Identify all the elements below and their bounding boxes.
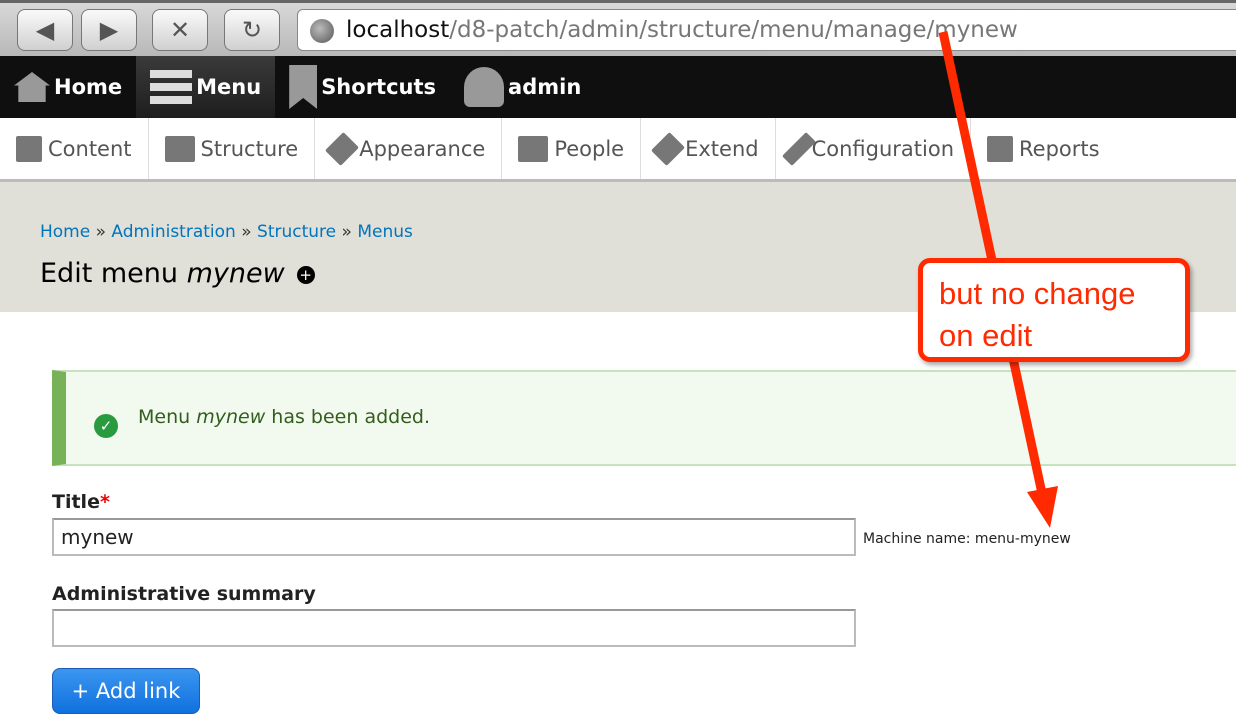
callout-line2: on edit (939, 318, 1033, 353)
tray-structure[interactable]: Structure (149, 118, 316, 179)
tray-reports[interactable]: Reports (971, 118, 1116, 179)
address-bar[interactable]: localhost/d8-patch/admin/structure/menu/… (297, 9, 1236, 51)
tray-configuration[interactable]: Configuration (776, 118, 972, 179)
url-path: /d8-patch/admin/structure/menu/manage/my… (449, 17, 1018, 43)
arrow-head (1027, 486, 1058, 528)
toolbar-user[interactable]: admin (450, 56, 595, 118)
wrench-icon (781, 131, 816, 166)
user-icon (464, 67, 505, 107)
menu-icon (150, 70, 193, 104)
tray-label: Configuration (811, 136, 955, 161)
tray-extend[interactable]: Extend (641, 118, 776, 179)
toolbar-shortcuts[interactable]: Shortcuts (275, 56, 450, 118)
home-icon (14, 72, 50, 102)
toolbar-home[interactable]: Home (0, 56, 136, 118)
add-shortcut-icon[interactable]: + (296, 265, 315, 284)
title-menu-name: mynew (186, 258, 285, 289)
back-button[interactable]: ◀ (17, 9, 73, 51)
breadcrumb-menus[interactable]: Menus (357, 222, 413, 242)
title-input[interactable] (52, 518, 856, 556)
url-host: localhost (346, 17, 450, 43)
toolbar-menu-label: Menu (196, 75, 262, 99)
tray-label: Structure (200, 136, 299, 161)
tray-label: Extend (685, 136, 759, 161)
page-title: Edit menu mynew + (40, 258, 315, 289)
breadcrumb-home[interactable]: Home (40, 222, 90, 242)
breadcrumb-sep: » (95, 222, 107, 242)
plug-icon (651, 131, 686, 166)
required-marker: * (99, 491, 110, 513)
title-label: Title* (52, 491, 110, 513)
summary-label: Administrative summary (52, 583, 316, 605)
tray-label: People (554, 136, 625, 161)
toolbar-home-label: Home (54, 75, 123, 99)
check-icon: ✓ (94, 414, 118, 438)
people-icon (518, 135, 549, 162)
machine-name: Machine name: menu-mynew (863, 531, 1071, 547)
reports-icon (987, 135, 1014, 162)
breadcrumb-sep: » (341, 222, 352, 242)
tray-label: Content (48, 136, 132, 161)
forward-button[interactable]: ▶ (81, 9, 137, 51)
status-message: ✓ Menu mynew has been added. (52, 370, 1236, 466)
stop-button[interactable]: ✕ (152, 9, 208, 51)
tray-label: Appearance (359, 136, 486, 161)
tray-appearance[interactable]: Appearance (315, 118, 503, 179)
paintbrush-icon (325, 131, 360, 166)
callout-line1: but no change (939, 276, 1136, 311)
admin-tray: Content Structure Appearance People Exte… (0, 118, 1236, 182)
toolbar-menu[interactable]: Menu (136, 56, 276, 118)
globe-icon (310, 19, 334, 43)
breadcrumb-sep: » (241, 222, 252, 242)
reload-button[interactable]: ↻ (224, 9, 280, 51)
browser-chrome: ◀ ▶ ✕ ↻ localhost/d8-patch/admin/structu… (0, 0, 1236, 56)
tray-people[interactable]: People (502, 118, 642, 179)
toolbar-user-label: admin (508, 75, 582, 99)
bookmark-icon (289, 65, 318, 109)
breadcrumb: Home » Administration » Structure » Menu… (40, 222, 413, 242)
admin-toolbar: Home Menu Shortcuts admin (0, 56, 1236, 118)
sitemap-icon (164, 135, 195, 162)
breadcrumb-structure[interactable]: Structure (257, 222, 336, 242)
status-text: Menu mynew has been added. (138, 406, 430, 428)
add-link-button[interactable]: + Add link (52, 668, 200, 714)
tray-label: Reports (1019, 136, 1100, 161)
summary-input[interactable] (52, 609, 856, 647)
toolbar-shortcuts-label: Shortcuts (321, 75, 437, 99)
title-prefix: Edit menu (40, 258, 179, 289)
breadcrumb-administration[interactable]: Administration (111, 222, 235, 242)
tray-content[interactable]: Content (0, 118, 149, 179)
annotation-callout: but no change on edit (918, 258, 1190, 362)
document-icon (16, 135, 42, 162)
